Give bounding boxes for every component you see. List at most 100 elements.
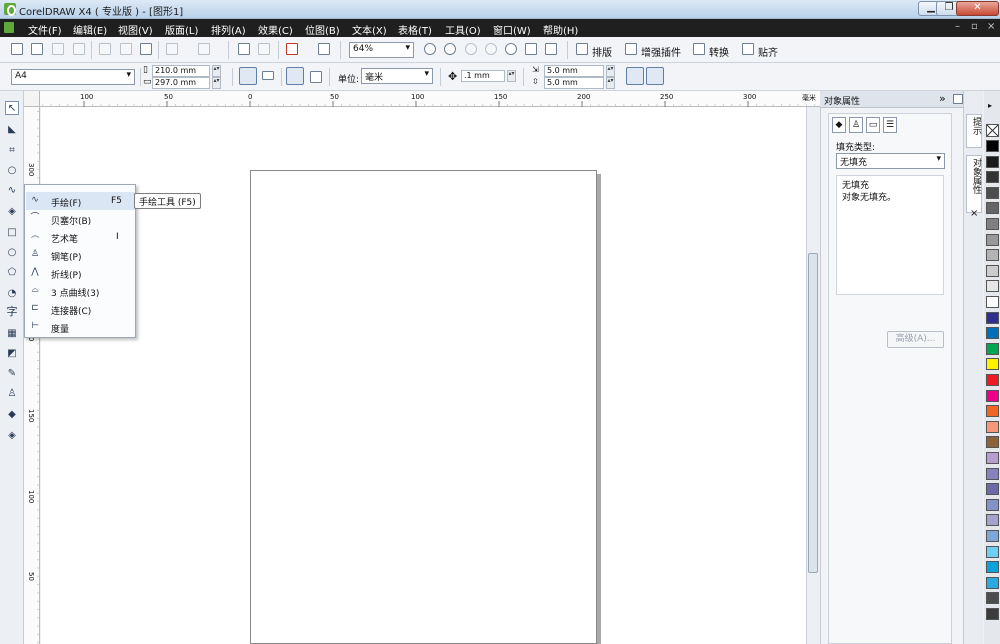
open-icon[interactable]: [31, 43, 43, 55]
page-a4[interactable]: [250, 170, 597, 644]
nudge-distance-field[interactable]: .1 mm: [461, 70, 505, 82]
zoom-page-icon[interactable]: [505, 43, 517, 55]
nudge-spinner[interactable]: ▴▾: [507, 70, 516, 82]
menu-help[interactable]: 帮助(H): [543, 22, 578, 37]
pick-tool-icon[interactable]: ↖: [5, 101, 19, 115]
ellipse-tool-icon[interactable]: ○: [5, 246, 19, 260]
flyout-item-bezier[interactable]: ⌒ 贝塞尔(B): [26, 210, 135, 228]
duplicate-y-spinner[interactable]: ▴▾: [606, 77, 615, 89]
color-swatch[interactable]: [986, 358, 999, 371]
menu-arrange[interactable]: 排列(A): [211, 22, 246, 37]
doc-restore-button[interactable]: ▫: [971, 21, 978, 32]
flyout-item-polyline[interactable]: ⋀ 折线(P): [26, 264, 135, 282]
color-swatch[interactable]: [986, 530, 999, 542]
page-height-spinner[interactable]: ▴▾: [212, 77, 221, 89]
flyout-item-pen[interactable]: ♙ 钢笔(P): [26, 246, 135, 264]
plugin-enhance-label[interactable]: 增强插件: [641, 44, 681, 59]
color-swatch[interactable]: [986, 483, 999, 496]
ruler-origin[interactable]: [24, 91, 40, 107]
page-width-spinner[interactable]: ▴▾: [212, 65, 221, 77]
color-swatch[interactable]: [986, 264, 999, 277]
plugin-snap-label[interactable]: 贴齐: [758, 44, 778, 59]
color-swatch[interactable]: [986, 280, 999, 293]
color-swatch[interactable]: [986, 218, 999, 230]
color-swatch[interactable]: [986, 311, 999, 324]
new-icon[interactable]: [11, 43, 23, 55]
draw-objects-button[interactable]: [646, 67, 664, 85]
color-swatch[interactable]: [986, 155, 999, 168]
print-icon[interactable]: [73, 43, 85, 55]
paste-icon[interactable]: [140, 43, 152, 55]
menu-tools[interactable]: 工具(O): [445, 22, 481, 37]
flyout-item-freehand[interactable]: ∿ 手绘(F) F5: [26, 192, 135, 210]
menu-bitmaps[interactable]: 位图(B): [305, 22, 340, 37]
interactive-fill-tool-icon[interactable]: ◈: [5, 429, 19, 443]
convert-plugin-icon[interactable]: [693, 43, 705, 55]
cut-icon[interactable]: [99, 43, 111, 55]
color-swatch[interactable]: [986, 342, 999, 355]
color-swatch[interactable]: [986, 171, 999, 184]
shape-tool-icon[interactable]: ◣: [5, 123, 19, 137]
menu-window[interactable]: 窗口(W): [493, 22, 531, 37]
fill-tab-icon[interactable]: ◆: [832, 117, 846, 133]
color-swatch[interactable]: [986, 389, 999, 402]
docker-minimize-icon[interactable]: [953, 94, 963, 104]
menu-layout[interactable]: 版面(L): [165, 22, 198, 37]
smart-fill-tool-icon[interactable]: ◈: [5, 205, 19, 219]
outline-tool-icon[interactable]: ♙: [5, 387, 19, 401]
landscape-icon[interactable]: [262, 71, 274, 80]
menu-table[interactable]: 表格(T): [398, 22, 432, 37]
color-swatch[interactable]: [986, 140, 999, 152]
page-size-combo[interactable]: A4: [11, 69, 135, 85]
color-swatch[interactable]: [986, 327, 999, 340]
text-tool-icon[interactable]: 字: [5, 305, 19, 319]
color-swatch[interactable]: [986, 374, 999, 386]
rectangle-tool-icon[interactable]: □: [5, 226, 19, 240]
flyout-item-dimension[interactable]: ⊢ 度量: [26, 318, 135, 336]
color-swatch[interactable]: [986, 608, 999, 620]
crop-tool-icon[interactable]: ⌗: [5, 144, 19, 158]
hints-tab[interactable]: 提示: [966, 114, 982, 148]
zoom-height-icon[interactable]: [545, 43, 557, 55]
welcome-screen-icon[interactable]: [318, 43, 330, 55]
zoom-out-icon[interactable]: [444, 43, 456, 55]
save-icon[interactable]: [52, 43, 64, 55]
basic-shapes-tool-icon[interactable]: ◔: [5, 287, 19, 301]
enhance-plugin-icon[interactable]: [625, 43, 637, 55]
color-swatch[interactable]: [986, 592, 999, 605]
color-swatch[interactable]: [986, 561, 999, 574]
color-swatch[interactable]: [986, 436, 999, 449]
zoom-level-combo[interactable]: 64%: [349, 42, 414, 58]
import-icon[interactable]: [238, 43, 250, 55]
table-tool-icon[interactable]: ▦: [5, 327, 19, 341]
menu-effects[interactable]: 效果(C): [258, 22, 293, 37]
color-swatch[interactable]: [986, 545, 999, 558]
all-pages-button[interactable]: [286, 67, 304, 85]
outline-tab-icon[interactable]: ♙: [849, 117, 863, 133]
snap-plugin-icon[interactable]: [742, 43, 754, 55]
redo-icon[interactable]: [198, 43, 210, 55]
color-swatch[interactable]: [986, 498, 999, 511]
menu-edit[interactable]: 编辑(E): [73, 22, 107, 37]
close-button[interactable]: ✕: [956, 1, 999, 16]
no-color-swatch[interactable]: [986, 124, 999, 137]
advanced-button[interactable]: 高级(A)...: [887, 331, 944, 348]
fill-type-combo[interactable]: 无填充: [836, 153, 945, 169]
object-properties-tab[interactable]: 对象属性: [966, 155, 982, 213]
curve-tool-icon[interactable]: ∿: [5, 184, 19, 198]
duplicate-x-field[interactable]: 5.0 mm: [544, 65, 604, 77]
docker-expand-icon[interactable]: »: [939, 92, 946, 105]
doc-close-button[interactable]: ×: [987, 21, 995, 32]
menu-file[interactable]: 文件(F): [28, 22, 62, 37]
color-swatch[interactable]: [986, 233, 999, 246]
color-swatch[interactable]: [986, 420, 999, 433]
export-icon[interactable]: [258, 43, 270, 55]
eyedropper-tool-icon[interactable]: ✎: [5, 367, 19, 381]
copy-icon[interactable]: [120, 43, 132, 55]
color-swatch[interactable]: [986, 186, 999, 199]
tab-close-icon[interactable]: ×: [970, 208, 978, 219]
flyout-item-artistic-media[interactable]: ෴ 艺术笔 I: [26, 228, 135, 246]
summary-tab-icon[interactable]: ☰: [883, 117, 897, 133]
portrait-button[interactable]: [239, 67, 257, 85]
doc-minimize-button[interactable]: –: [955, 21, 960, 32]
